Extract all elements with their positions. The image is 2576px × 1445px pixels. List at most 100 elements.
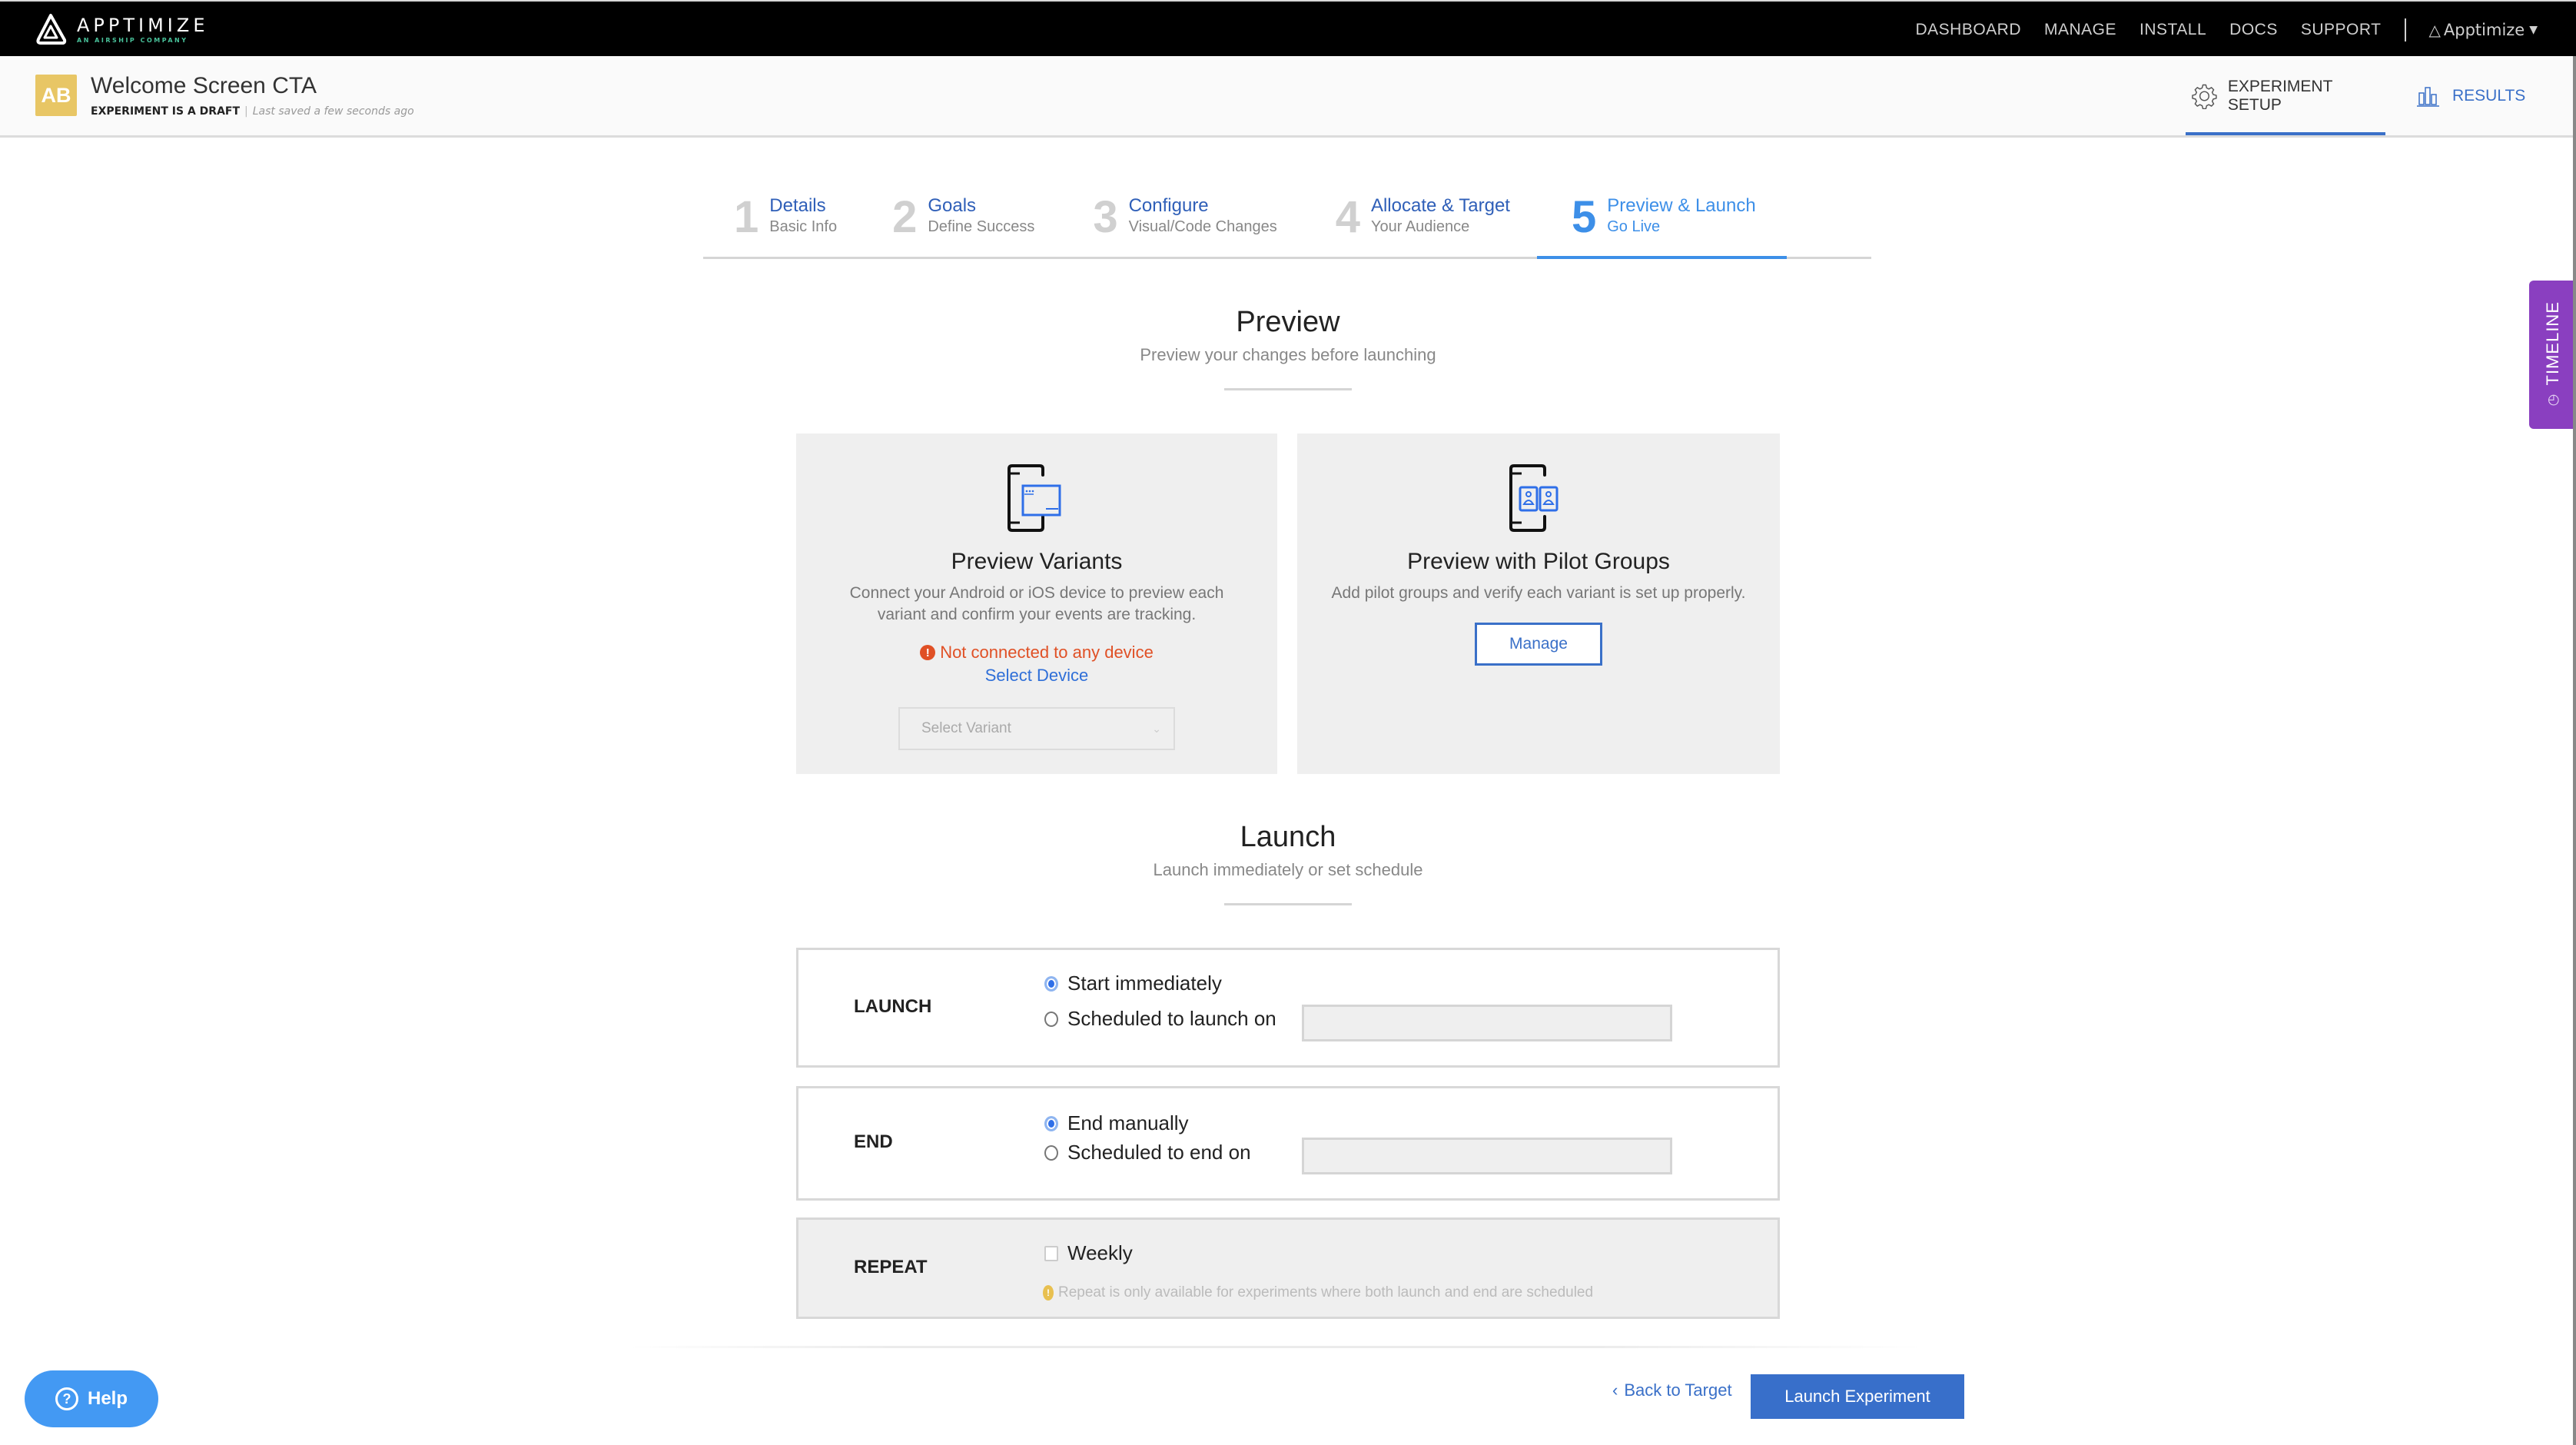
tab-setup-label: EXPERIMENT SETUP xyxy=(2227,77,2333,114)
preview-section-header: Preview Preview your changes before laun… xyxy=(796,306,1780,390)
repeat-label: REPEAT xyxy=(854,1257,928,1277)
section-divider xyxy=(1224,903,1352,905)
step-title: Configure xyxy=(1128,195,1209,216)
device-connection-warning: ! Not connected to any device xyxy=(796,643,1277,663)
section-divider xyxy=(1224,388,1352,390)
step-preview-launch[interactable]: 5 Preview & Launch Go Live xyxy=(1537,184,1787,259)
step-number: 3 xyxy=(1093,192,1118,242)
back-to-target-link[interactable]: ‹ Back to Target xyxy=(1612,1380,1732,1400)
weekly-label: Weekly xyxy=(1067,1241,1133,1264)
start-immediately-radio[interactable] xyxy=(1044,975,1058,992)
launch-section-header: Launch Launch immediately or set schedul… xyxy=(796,821,1780,905)
step-number: 1 xyxy=(734,192,759,242)
tab-experiment-setup[interactable]: EXPERIMENT SETUP xyxy=(2184,56,2385,135)
error-icon: ! xyxy=(920,645,936,660)
option-label: Start immediately xyxy=(1067,972,1222,995)
bar-chart-icon xyxy=(2417,86,2439,107)
launch-experiment-button[interactable]: Launch Experiment xyxy=(1751,1374,1964,1419)
step-subtitle: Basic Info xyxy=(769,218,838,235)
nav-divider xyxy=(2404,18,2406,42)
chevron-down-icon: ⌄ xyxy=(1152,722,1161,735)
back-label: Back to Target xyxy=(1624,1380,1732,1400)
step-number: 4 xyxy=(1335,192,1360,242)
apptimize-logo[interactable]: APPTIMIZE AN AIRSHIP COMPANY xyxy=(34,12,209,46)
option-label: Scheduled to end on xyxy=(1067,1141,1251,1164)
timeline-tab[interactable]: TIMELINE ◷ xyxy=(2529,281,2576,429)
start-immediately-option[interactable]: Start immediately xyxy=(1044,972,1222,995)
gear-icon xyxy=(2192,84,2217,109)
account-logo-icon: △ xyxy=(2428,20,2441,39)
end-label: END xyxy=(854,1131,893,1152)
experiment-title: Welcome Screen CTA xyxy=(91,73,317,98)
brand-name: APPTIMIZE xyxy=(77,15,209,36)
weekly-option[interactable]: Weekly xyxy=(1044,1241,1133,1265)
step-number: 5 xyxy=(1571,192,1597,242)
weekly-checkbox[interactable] xyxy=(1044,1245,1058,1261)
experiment-type-badge: AB xyxy=(35,75,77,116)
tab-results-label: RESULTS xyxy=(2452,86,2526,105)
end-manually-radio[interactable] xyxy=(1044,1115,1058,1131)
step-title: Allocate & Target xyxy=(1370,195,1510,216)
select-device-link[interactable]: Select Device xyxy=(985,666,1089,686)
account-menu[interactable]: △ Apptimize ▼ xyxy=(2429,21,2538,39)
nav-docs[interactable]: DOCS xyxy=(2229,21,2278,39)
nav-dashboard[interactable]: DASHBOARD xyxy=(1915,21,2021,39)
caret-down-icon: ▼ xyxy=(2529,23,2538,36)
preview-variants-desc: Connect your Android or iOS device to pr… xyxy=(849,584,1224,623)
wizard-stepper: 1 Details Basic Info 2 Goals Define Succ… xyxy=(703,184,1871,259)
draft-status: EXPERIMENT IS A DRAFT xyxy=(91,105,241,118)
step-goals[interactable]: 2 Goals Define Success xyxy=(892,184,1034,257)
repeat-note-text: Repeat is only available for experiments… xyxy=(1058,1284,1594,1300)
phone-pilot-groups-icon xyxy=(1509,464,1559,532)
window-edge xyxy=(2573,56,2576,1445)
chevron-left-icon: ‹ xyxy=(1612,1380,1618,1400)
step-subtitle: Go Live xyxy=(1607,218,1661,235)
experiment-status: EXPERIMENT IS A DRAFT | Last saved a few s… xyxy=(91,105,414,118)
scheduled-end-option[interactable]: Scheduled to end on xyxy=(1044,1141,1251,1164)
launch-schedule-box: LAUNCH Start immediately Scheduled to la… xyxy=(796,948,1780,1068)
end-schedule-box: END End manually Scheduled to end on xyxy=(796,1086,1780,1201)
step-configure[interactable]: 3 Configure Visual/Code Changes xyxy=(1093,184,1276,257)
scheduled-launch-radio[interactable] xyxy=(1044,1011,1058,1027)
select-variant-dropdown[interactable]: Select Variant ⌄ xyxy=(898,707,1175,750)
experiment-header: AB Welcome Screen CTA EXPERIMENT IS A DR… xyxy=(0,56,2576,138)
repeat-schedule-box: REPEAT Weekly ! Repeat is only available… xyxy=(796,1217,1780,1319)
end-manually-option[interactable]: End manually xyxy=(1044,1111,1189,1135)
apptimize-logo-icon xyxy=(36,14,67,45)
preview-title: Preview xyxy=(1236,306,1340,338)
launch-subtitle: Launch immediately or set schedule xyxy=(1153,860,1423,879)
launch-label: LAUNCH xyxy=(854,996,932,1017)
nav-support[interactable]: SUPPORT xyxy=(2301,21,2382,39)
scheduled-launch-option[interactable]: Scheduled to launch on xyxy=(1044,1007,1276,1031)
step-details[interactable]: 1 Details Basic Info xyxy=(734,184,837,257)
scheduled-end-radio[interactable] xyxy=(1044,1144,1058,1161)
nav-install[interactable]: INSTALL xyxy=(2139,21,2206,39)
clock-icon: ◷ xyxy=(2544,394,2561,407)
step-subtitle: Define Success xyxy=(928,218,1035,235)
preview-variants-title: Preview Variants xyxy=(951,549,1123,574)
help-label: Help xyxy=(87,1388,128,1409)
repeat-info-note: ! Repeat is only available for experimen… xyxy=(1043,1284,1593,1301)
step-subtitle: Your Audience xyxy=(1370,218,1470,235)
end-date-input[interactable] xyxy=(1302,1138,1672,1174)
step-title: Preview & Launch xyxy=(1607,195,1756,216)
brand-tagline: AN AIRSHIP COMPANY xyxy=(77,37,188,44)
step-number: 2 xyxy=(892,192,918,242)
launch-date-input[interactable] xyxy=(1302,1005,1672,1041)
help-button[interactable]: ? Help xyxy=(25,1370,158,1427)
preview-variants-card: Preview Variants Connect your Android or… xyxy=(796,434,1277,774)
top-nav: APPTIMIZE AN AIRSHIP COMPANY DASHBOARD M… xyxy=(0,0,2576,56)
pilot-groups-card: Preview with Pilot Groups Add pilot grou… xyxy=(1297,434,1780,774)
tab-results[interactable]: RESULTS xyxy=(2417,56,2525,135)
pilot-groups-title: Preview with Pilot Groups xyxy=(1407,549,1670,574)
step-allocate-target[interactable]: 4 Allocate & Target Your Audience xyxy=(1336,184,1510,257)
step-title: Goals xyxy=(928,195,977,216)
pilot-groups-desc: Add pilot groups and verify each variant… xyxy=(1331,584,1746,602)
warning-text: Not connected to any device xyxy=(940,643,1154,662)
timeline-label: TIMELINE xyxy=(2542,301,2562,386)
launch-title: Launch xyxy=(1240,821,1336,853)
question-circle-icon: ? xyxy=(55,1387,78,1410)
manage-pilot-groups-button[interactable]: Manage xyxy=(1475,623,1602,666)
nav-manage[interactable]: MANAGE xyxy=(2044,21,2116,39)
last-saved: Last saved a few seconds ago xyxy=(252,105,414,118)
